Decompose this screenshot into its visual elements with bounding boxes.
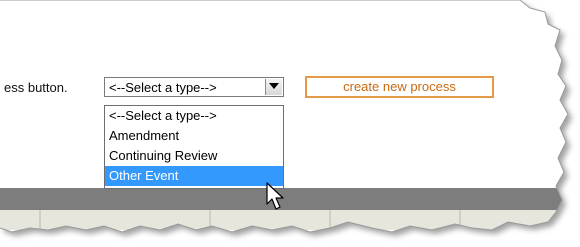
type-select-value: <--Select a type--> xyxy=(109,80,217,95)
dropdown-option-selected[interactable]: Other Event xyxy=(105,166,283,186)
process-instruction-label: ess button. xyxy=(4,80,68,95)
torn-paper-frame xyxy=(0,0,572,236)
mouse-pointer-icon xyxy=(266,182,284,210)
create-new-process-button[interactable]: create new process xyxy=(305,76,494,98)
dropdown-option[interactable]: Continuing Review xyxy=(105,146,283,166)
dropdown-option[interactable]: <--Select a type--> xyxy=(105,106,283,126)
paper-content-bg xyxy=(0,0,568,232)
type-dropdown-list[interactable]: <--Select a type--> Amendment Continuing… xyxy=(104,105,284,189)
type-select[interactable]: <--Select a type--> xyxy=(104,77,284,97)
screenshot-stage: ess button. <--Select a type--> <--Selec… xyxy=(0,0,580,247)
dropdown-option[interactable]: Amendment xyxy=(105,126,283,146)
type-select-arrow-button[interactable] xyxy=(265,79,282,95)
chevron-down-icon xyxy=(269,83,279,89)
gray-toolbar-band xyxy=(0,188,568,210)
